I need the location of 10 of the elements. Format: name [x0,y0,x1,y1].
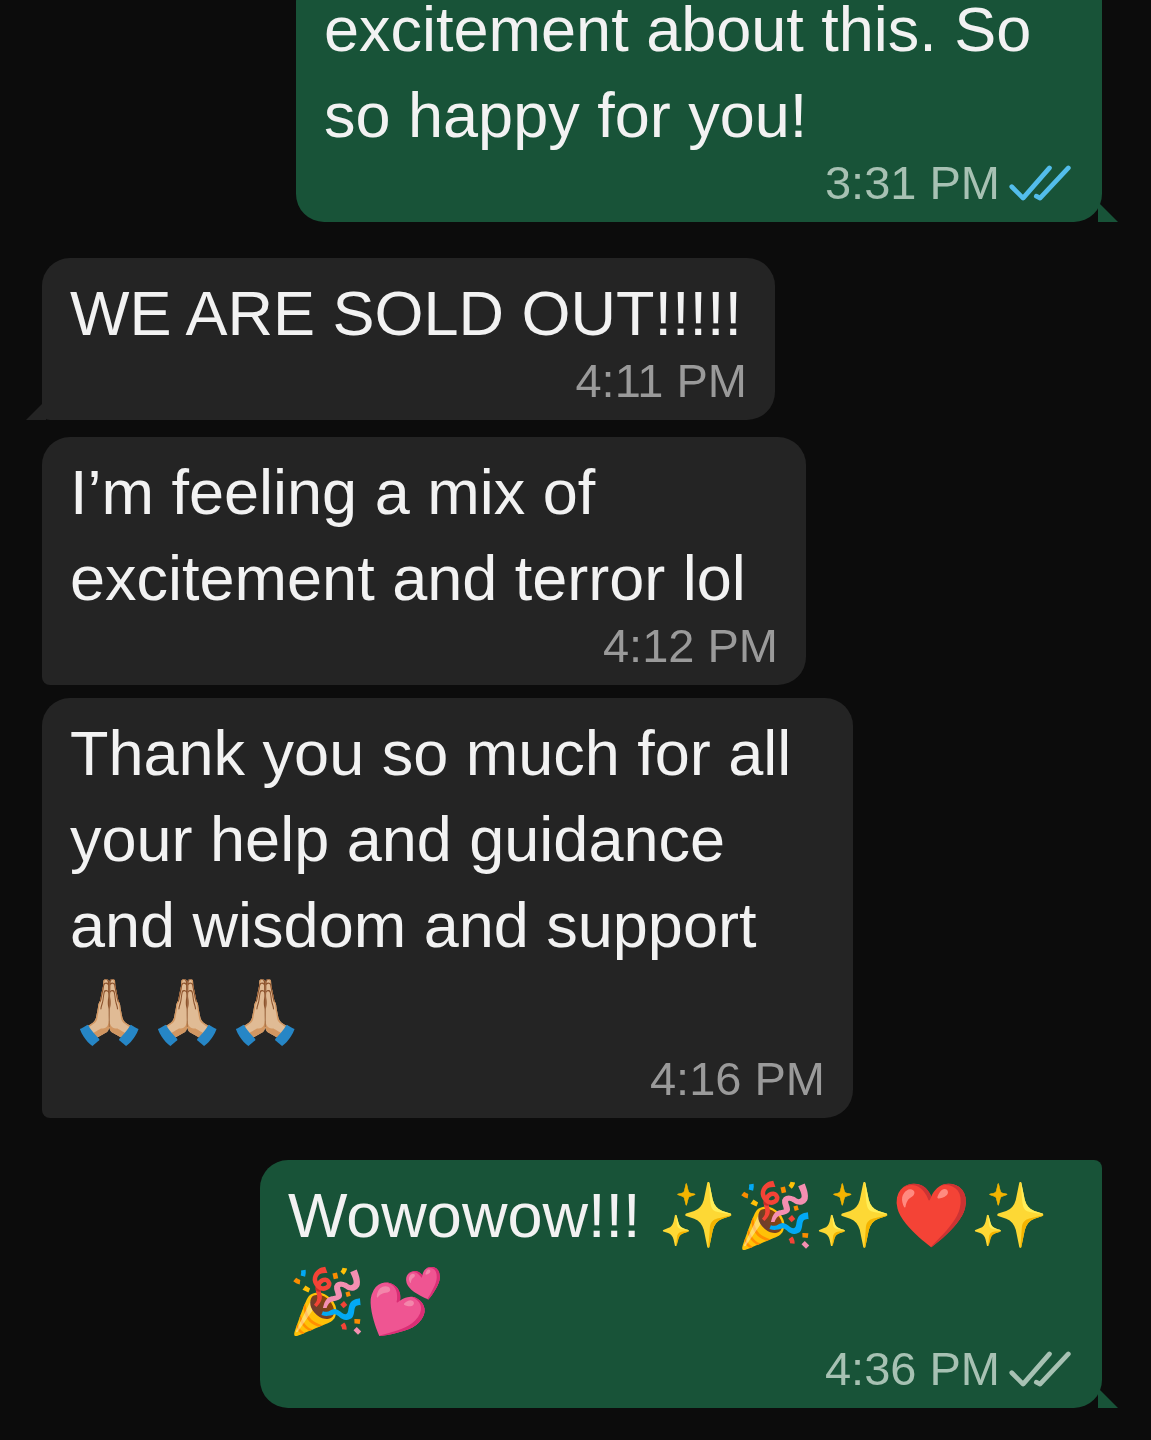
message-time: 4:16 PM [649,1051,825,1107]
message-text: WE ARE SOLD OUT!!!!! [70,277,744,350]
message-text: Wowowow!!! ✨🎉✨❤✨ 🎉💕 [288,1179,1049,1338]
message-text: excitement about this. So so happy for you! [324,0,1033,152]
message-text: I’m feeling a mix of excitement and terror lol [70,456,747,615]
message-time: 4:12 PM [602,618,778,674]
message-time: 4:11 PM [575,353,747,409]
message-text: Thank you so much for all your help and guidance and wisdom and support 🙏🏼🙏🏼🙏🏼 [70,717,793,1048]
message-time: 3:31 PM [824,155,1000,211]
message-time: 4:36 PM [824,1341,1000,1397]
